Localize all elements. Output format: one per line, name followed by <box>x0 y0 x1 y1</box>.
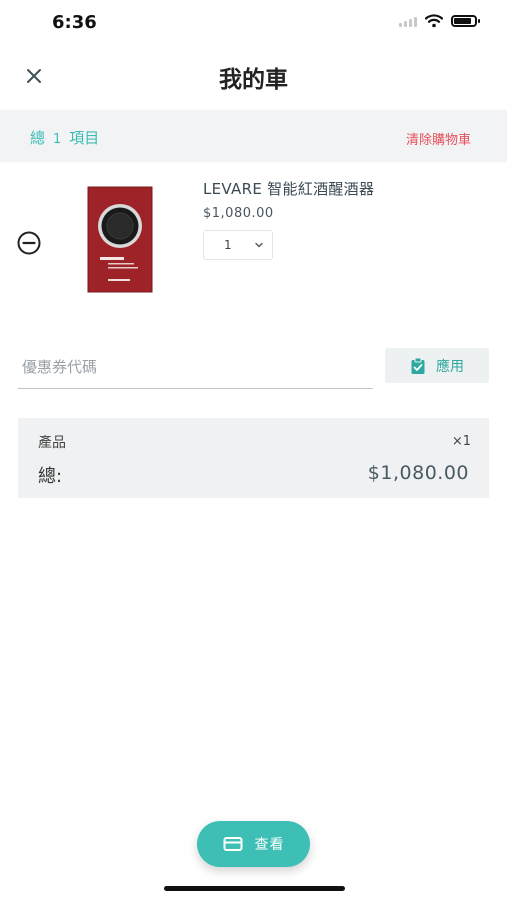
nav-bar: 我的車 <box>0 46 507 108</box>
status-time: 6:36 <box>52 12 97 33</box>
coupon-code-input[interactable] <box>18 345 373 389</box>
product-quantity: ×1 <box>451 434 471 449</box>
total-items: 總 1 項目 <box>30 127 99 148</box>
item-count: 1 <box>53 132 62 147</box>
cart-summary-strip: 總 1 項目 清除購物車 <box>0 110 507 162</box>
apply-coupon-button[interactable]: 應用 <box>385 348 489 383</box>
chevron-down-icon <box>255 242 263 248</box>
wifi-icon <box>425 14 443 28</box>
product-image[interactable] <box>86 186 154 294</box>
checkout-button[interactable]: 查看 <box>197 821 310 867</box>
battery-icon <box>451 15 480 27</box>
signal-icon <box>399 15 417 27</box>
quantity-value: 1 <box>224 238 232 252</box>
total-label: 總: <box>38 466 63 487</box>
status-bar: 6:36 <box>0 0 507 46</box>
order-totals: 產品 ×1 總: $1,080.00 <box>18 418 489 498</box>
quantity-select[interactable]: 1 <box>203 230 273 260</box>
page-title: 我的車 <box>219 67 288 93</box>
total-label: 總 <box>30 129 46 147</box>
cart-item: LEVARE 智能紅酒醒酒器 $1,080.00 1 <box>0 170 507 310</box>
total-amount: $1,080.00 <box>367 462 469 484</box>
remove-item-button[interactable] <box>16 230 42 256</box>
product-box-image <box>87 186 153 293</box>
clear-cart-button[interactable]: 清除購物車 <box>406 129 471 148</box>
clipboard-check-icon <box>411 357 425 374</box>
product-label: 產品 <box>38 435 66 451</box>
items-label: 項目 <box>69 129 100 147</box>
product-name[interactable]: LEVARE 智能紅酒醒酒器 <box>203 178 374 199</box>
home-indicator <box>164 886 345 891</box>
card-icon <box>223 837 242 851</box>
minus-circle-icon <box>17 231 41 255</box>
checkout-label: 查看 <box>254 837 285 853</box>
status-icons <box>399 14 480 28</box>
product-price: $1,080.00 <box>203 206 274 221</box>
apply-label: 應用 <box>436 358 464 375</box>
